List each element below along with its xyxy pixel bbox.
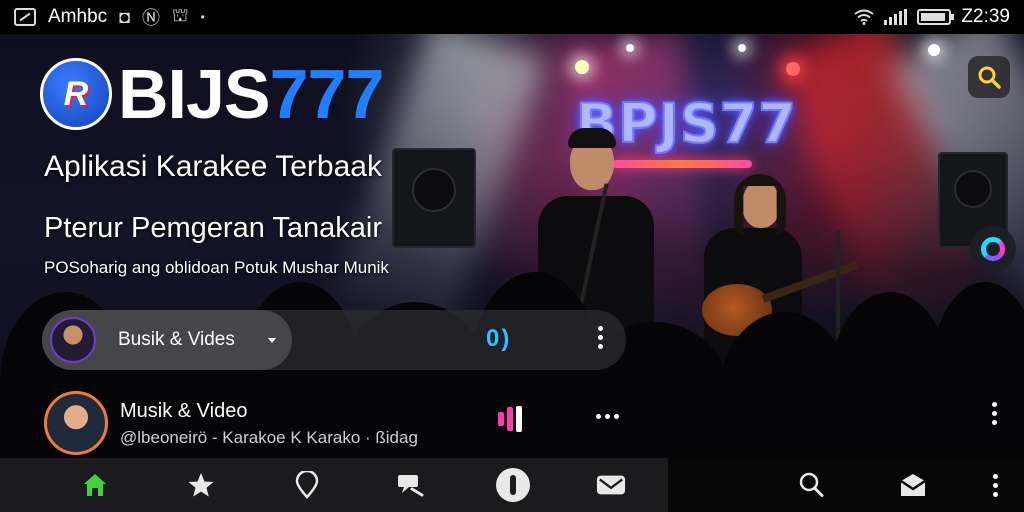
nav-inbox[interactable] <box>596 470 626 500</box>
wifi-icon <box>854 9 875 25</box>
logo-wordmark: BIJS777 <box>118 55 384 133</box>
stage-spotlight <box>928 44 940 56</box>
logo-badge-icon: R <box>40 58 112 130</box>
notification-icon: ◘ <box>119 6 131 27</box>
player-track-pill[interactable]: Busik & Vides <box>42 310 292 370</box>
more-dot-icon: • <box>200 10 205 24</box>
status-bar: Amhbc ◘ Ⓝ ⛫ • Z2:39 <box>0 0 1024 34</box>
location-pin-icon <box>295 471 319 499</box>
chat-icon <box>398 475 424 497</box>
nav-mail[interactable] <box>898 470 928 500</box>
more-horizontal-button[interactable] <box>596 414 622 422</box>
search-icon <box>799 472 824 497</box>
nfc-icon: Ⓝ <box>142 8 161 28</box>
player-track-title: Busik & Vides <box>118 329 235 350</box>
more-vertical-button[interactable] <box>984 402 1004 430</box>
mail-icon <box>596 475 626 495</box>
screenshot-icon <box>14 8 36 26</box>
bottom-nav-secondary <box>668 458 1024 512</box>
neon-bar <box>612 160 752 168</box>
nav-center-button[interactable] <box>494 466 532 504</box>
nav-more[interactable] <box>980 470 1010 500</box>
search-icon <box>978 66 1001 89</box>
home-icon <box>84 474 106 496</box>
search-button[interactable] <box>968 56 1010 98</box>
nav-location[interactable] <box>292 470 322 500</box>
singer-avatar[interactable] <box>44 391 108 455</box>
artist-avatar <box>50 317 96 363</box>
stage-spotlight <box>738 44 746 52</box>
stage-spotlight <box>575 60 589 74</box>
hero-headline: Aplikasi Karakee Terbaak <box>44 150 382 183</box>
stage-spotlight <box>786 62 800 76</box>
floating-action-button[interactable] <box>970 226 1016 272</box>
equalizer-icon[interactable] <box>498 406 522 432</box>
stage-spotlight <box>626 44 634 52</box>
signal-icon <box>884 9 908 25</box>
lock-icon: ⛫ <box>172 5 189 25</box>
bottom-navigation <box>0 458 1024 512</box>
now-playing-row[interactable]: Musik & Video @lbeoneirö - Karakoe K Kar… <box>0 384 1024 460</box>
star-icon <box>188 473 214 497</box>
nav-search[interactable] <box>796 470 826 500</box>
nav-home[interactable] <box>80 470 110 500</box>
app-logo[interactable]: R BIJS777 <box>40 55 384 133</box>
mail-open-icon <box>900 474 926 496</box>
chevron-down-icon <box>268 338 276 343</box>
more-vertical-icon <box>992 473 998 497</box>
battery-icon <box>917 9 955 25</box>
nav-favorites[interactable] <box>186 470 216 500</box>
mini-player[interactable]: Busik & Vides 0) <box>42 310 626 370</box>
now-playing-meta: @lbeoneirö - Karakoe K Karako · ßidag <box>120 428 418 447</box>
hero-tagline: POSoharig ang oblidoan Potuk Mushar Muni… <box>44 258 389 277</box>
play-pause-button[interactable]: 0) <box>486 325 511 353</box>
carrier-label: Amhbc <box>48 6 108 27</box>
clock: Z2:39 <box>961 6 1010 27</box>
record-ring-icon <box>981 237 1005 261</box>
hero-subheading: Pterur Pemgeran Tanakair <box>44 212 382 244</box>
more-options-button[interactable] <box>590 326 610 354</box>
now-playing-title: Musik & Video <box>120 400 248 422</box>
nav-messages[interactable] <box>396 470 426 500</box>
circle-button-icon <box>496 468 530 502</box>
speaker-cabinet <box>392 148 476 248</box>
